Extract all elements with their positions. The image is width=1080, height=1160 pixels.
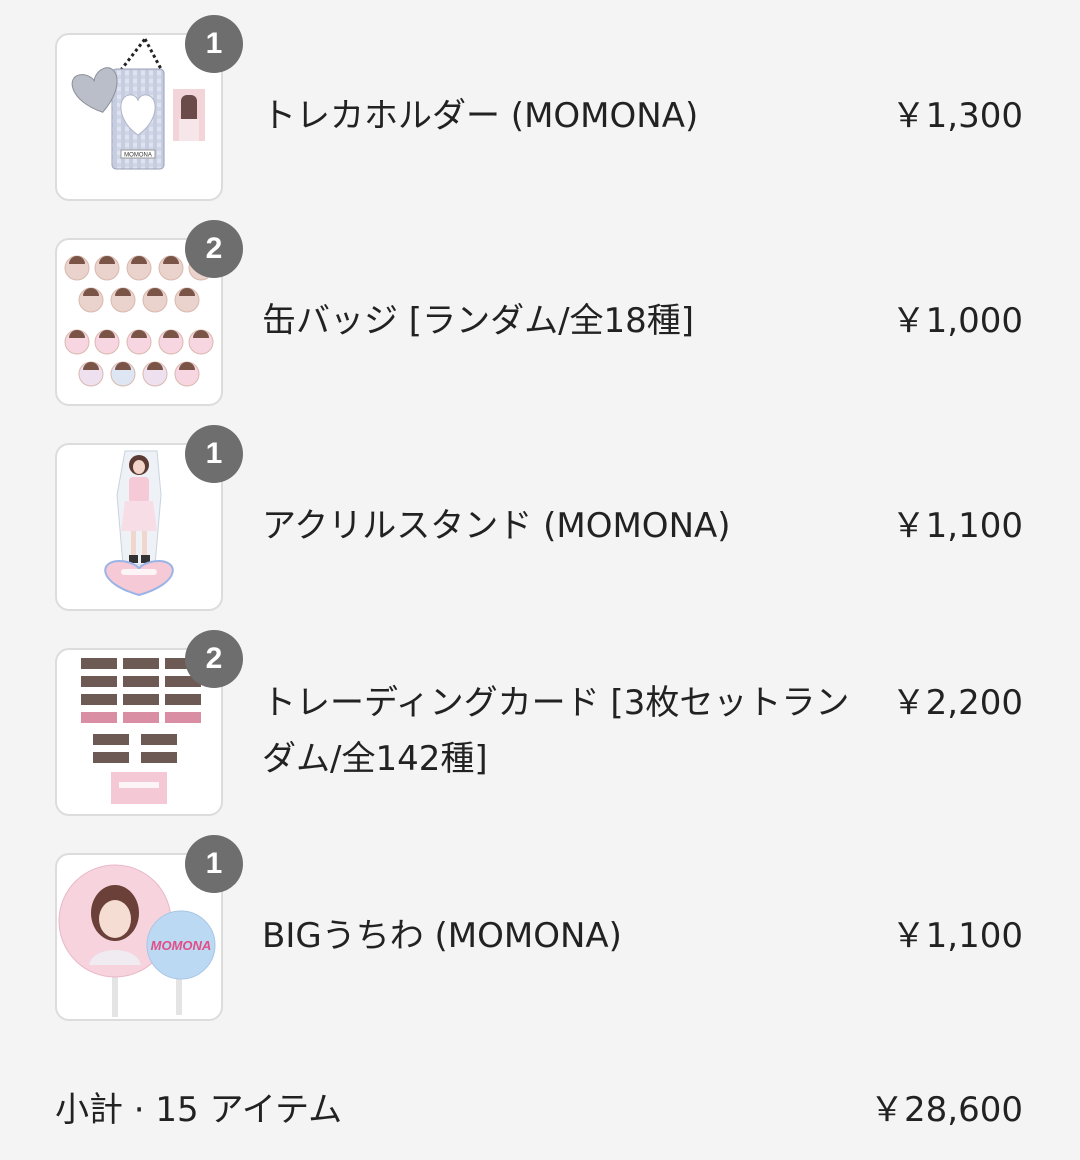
quantity-badge: 2 [185,630,243,688]
cart-item[interactable]: MOMONA 1 BIGうちわ (MOMONA) ￥1,100 [0,835,1080,1023]
item-price: ￥1,100 [891,916,1023,956]
item-name[interactable]: 缶バッジ [ランダム/全18種] [262,293,862,349]
item-thumbnail[interactable]: 1 [55,425,243,611]
item-price: ￥2,200 [891,683,1023,723]
item-name[interactable]: トレカホルダー (MOMONA) [262,88,862,144]
item-price: ￥1,100 [891,506,1023,546]
image-caption-text: MOMONA [124,153,152,159]
quantity-badge: 1 [185,425,243,483]
item-price: ￥1,000 [891,301,1023,341]
item-price: ￥1,300 [891,96,1023,136]
item-name[interactable]: アクリルスタンド (MOMONA) [262,498,862,554]
cart-item[interactable]: MOMONA 1 トレカホルダー (MOMONA) ￥1,300 [0,15,1080,203]
item-name[interactable]: トレーディングカード [3枚セットランダム/全142種] [262,675,862,787]
image-caption-text: MOMONA [151,938,212,953]
quantity-badge: 1 [185,15,243,73]
item-thumbnail[interactable]: 2 [55,220,243,406]
cart-item[interactable]: 2 缶バッジ [ランダム/全18種] ￥1,000 [0,220,1080,408]
item-thumbnail[interactable]: MOMONA 1 [55,15,243,201]
quantity-badge: 2 [185,220,243,278]
item-thumbnail[interactable]: MOMONA 1 [55,835,243,1021]
subtotal-value: ￥28,600 [870,1090,1023,1130]
subtotal-label: 小計 · 15 アイテム [55,1090,343,1130]
item-name[interactable]: BIGうちわ (MOMONA) [262,908,862,964]
cart-item[interactable]: 2 トレーディングカード [3枚セットランダム/全142種] ￥2,200 [0,630,1080,818]
quantity-badge: 1 [185,835,243,893]
item-thumbnail[interactable]: 2 [55,630,243,816]
cart-item[interactable]: 1 アクリルスタンド (MOMONA) ￥1,100 [0,425,1080,613]
cart-summary: MOMONA 1 トレカホルダー (MOMONA) ￥1,300 2 缶バッジ … [0,0,1080,1160]
